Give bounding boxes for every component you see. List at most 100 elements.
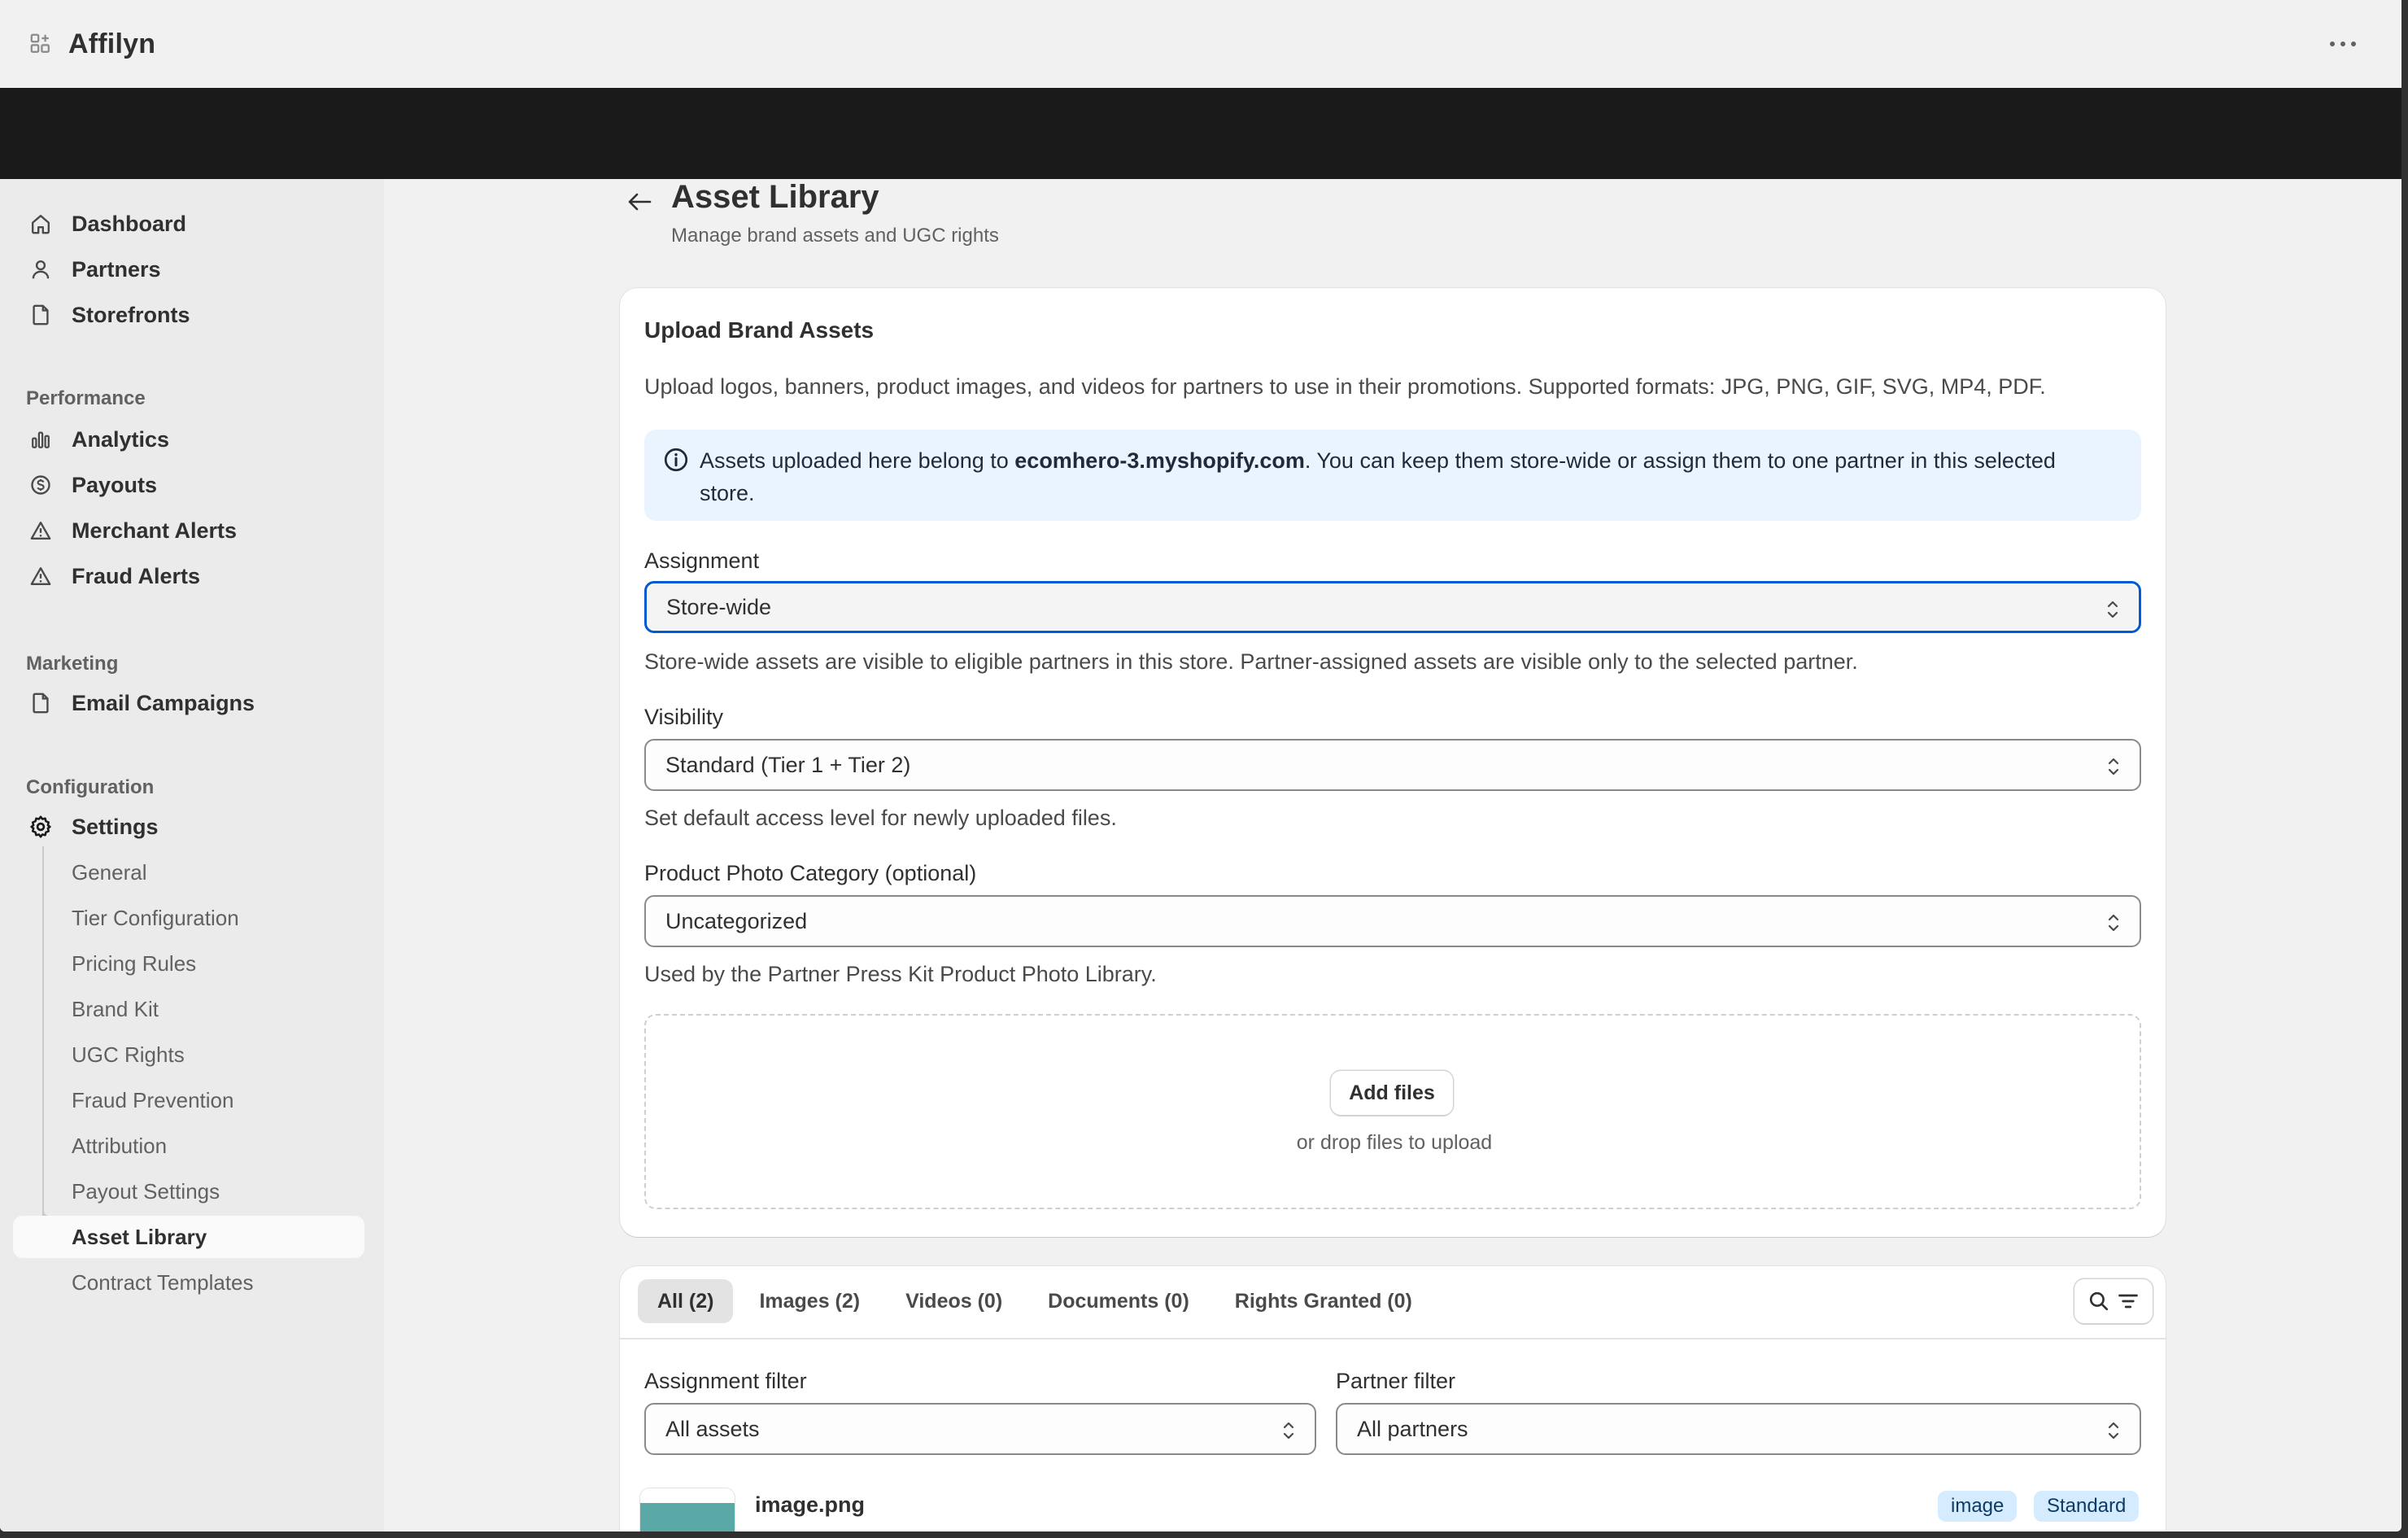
tabs-divider — [620, 1338, 2166, 1339]
asset-list-item[interactable]: image.png image Standard — [620, 1483, 2166, 1531]
home-icon — [28, 211, 54, 237]
card-title: Upload Brand Assets — [644, 317, 875, 343]
more-actions-button[interactable] — [2323, 28, 2362, 60]
asset-library-card: All (2) Images (2) Videos (0) Documents … — [620, 1266, 2166, 1531]
sidebar-item-dashboard[interactable]: Dashboard — [13, 202, 364, 246]
tab-all[interactable]: All (2) — [638, 1279, 734, 1323]
category-help: Used by the Partner Press Kit Product Ph… — [644, 962, 1157, 986]
sidebar-subitem-attribution[interactable]: Attribution — [13, 1125, 364, 1167]
alert-triangle-icon — [28, 563, 54, 589]
select-chevron-icon — [2107, 601, 2118, 618]
assignment-filter-value: All assets — [665, 1416, 760, 1441]
sidebar-section-marketing: Marketing — [26, 653, 119, 675]
sidebar-subitem-ugc-rights[interactable]: UGC Rights — [13, 1033, 364, 1076]
sidebar-item-fraud-alerts[interactable]: Fraud Alerts — [13, 554, 364, 598]
assignment-select[interactable]: Store-wide — [644, 581, 2141, 633]
search-filter-button[interactable] — [2074, 1279, 2153, 1323]
tab-videos[interactable]: Videos (0) — [886, 1279, 1022, 1323]
main-content: Asset Library Manage brand assets and UG… — [384, 179, 2401, 1531]
sidebar-item-label: Partners — [72, 256, 161, 282]
add-files-button[interactable]: Add files — [1331, 1071, 1453, 1115]
category-label: Product Photo Category (optional) — [644, 861, 977, 885]
app-header: Affilyn — [0, 0, 2401, 88]
sidebar-item-email-campaigns[interactable]: Email Campaigns — [13, 681, 364, 725]
visibility-select[interactable]: Standard (Tier 1 + Tier 2) — [644, 739, 2141, 791]
info-store-domain: ecomhero-3.myshopify.com — [1014, 448, 1305, 473]
upload-brand-assets-card: Upload Brand Assets Upload logos, banner… — [620, 288, 2166, 1237]
app-grid-icon — [30, 33, 50, 53]
bar-chart-icon — [28, 426, 54, 452]
sidebar-subitem-tier-configuration[interactable]: Tier Configuration — [13, 897, 364, 939]
sidebar-item-merchant-alerts[interactable]: Merchant Alerts — [13, 509, 364, 553]
card-description: Upload logos, banners, product images, a… — [644, 374, 2046, 399]
page-title: Asset Library — [671, 179, 879, 215]
partner-filter-value: All partners — [1357, 1416, 1468, 1441]
info-icon — [664, 448, 688, 472]
select-chevron-icon — [2108, 914, 2119, 932]
sidebar-subitem-payout-settings[interactable]: Payout Settings — [13, 1170, 364, 1212]
page-subtitle: Manage brand assets and UGC rights — [671, 225, 999, 247]
asset-name: image.png — [755, 1492, 866, 1517]
gear-icon — [28, 814, 54, 840]
person-icon — [28, 256, 54, 282]
assignment-filter-select[interactable]: All assets — [644, 1403, 1316, 1455]
sidebar-item-settings[interactable]: Settings — [13, 805, 364, 849]
select-chevron-icon — [2108, 758, 2119, 776]
tab-images[interactable]: Images (2) — [739, 1279, 879, 1323]
assignment-filter-label: Assignment filter — [644, 1369, 807, 1393]
sidebar-subitem-brand-kit[interactable]: Brand Kit — [13, 988, 364, 1030]
asset-thumbnail — [639, 1488, 735, 1531]
alert-triangle-icon — [28, 518, 54, 544]
select-chevron-icon — [1283, 1422, 1294, 1440]
dollar-circle-icon — [28, 472, 54, 498]
filter-lines-icon — [2118, 1294, 2138, 1309]
arrow-left-icon — [628, 193, 652, 211]
category-select[interactable]: Uncategorized — [644, 895, 2141, 947]
back-button[interactable] — [622, 184, 657, 220]
asset-thumbnail-image — [640, 1503, 735, 1531]
app-window: Affilyn Dashboard Partners Storefronts P… — [0, 0, 2401, 1531]
sidebar-item-label: Email Campaigns — [72, 690, 255, 715]
info-text: Assets uploaded here belong to ecomhero-… — [700, 444, 2115, 509]
top-banner-bar — [0, 88, 2401, 179]
info-text-prefix: Assets uploaded here belong to — [700, 448, 1015, 473]
tab-rights-granted[interactable]: Rights Granted (0) — [1215, 1279, 1432, 1323]
sidebar-subitem-pricing-rules[interactable]: Pricing Rules — [13, 942, 364, 985]
app-title: Affilyn — [68, 28, 156, 59]
sidebar: Dashboard Partners Storefronts Performan… — [0, 179, 384, 1531]
visibility-label: Visibility — [644, 705, 724, 729]
visibility-value: Standard (Tier 1 + Tier 2) — [665, 752, 911, 777]
partner-filter-label: Partner filter — [1336, 1369, 1456, 1393]
sidebar-section-performance: Performance — [26, 387, 146, 409]
page-icon — [28, 302, 54, 328]
sidebar-item-label: Merchant Alerts — [72, 518, 238, 543]
sidebar-item-label: Payouts — [72, 472, 158, 497]
sidebar-subitem-fraud-prevention[interactable]: Fraud Prevention — [13, 1079, 364, 1121]
sidebar-item-payouts[interactable]: Payouts — [13, 463, 364, 507]
file-dropzone[interactable]: Add files or drop files to upload — [644, 1014, 2141, 1209]
select-chevron-icon — [2108, 1422, 2119, 1440]
category-value: Uncategorized — [665, 908, 808, 933]
assignment-label: Assignment — [644, 548, 760, 573]
asset-tabs: All (2) Images (2) Videos (0) Documents … — [638, 1279, 1438, 1326]
sidebar-item-label: Dashboard — [72, 211, 187, 236]
assignment-help: Store-wide assets are visible to eligibl… — [644, 649, 1858, 674]
tab-documents[interactable]: Documents (0) — [1028, 1279, 1209, 1323]
more-horizontal-icon — [2330, 42, 2356, 46]
asset-type-badge: image — [1938, 1491, 2018, 1522]
sidebar-item-analytics[interactable]: Analytics — [13, 417, 364, 461]
sidebar-subitem-contract-templates[interactable]: Contract Templates — [13, 1261, 364, 1304]
sidebar-subitem-asset-library[interactable]: Asset Library — [13, 1216, 364, 1258]
partner-filter-select[interactable]: All partners — [1336, 1403, 2141, 1455]
sidebar-subitem-general[interactable]: General — [13, 851, 364, 894]
dropzone-hint: or drop files to upload — [1296, 1131, 1493, 1154]
sidebar-item-partners[interactable]: Partners — [13, 247, 364, 291]
page-icon — [28, 690, 54, 716]
sidebar-item-storefronts[interactable]: Storefronts — [13, 293, 364, 337]
sidebar-item-label: Storefronts — [72, 302, 190, 327]
info-banner: Assets uploaded here belong to ecomhero-… — [644, 430, 2141, 521]
sidebar-item-label: Analytics — [72, 426, 170, 452]
visibility-help: Set default access level for newly uploa… — [644, 806, 1117, 830]
search-icon — [2089, 1291, 2109, 1311]
sidebar-item-label: Fraud Alerts — [72, 563, 201, 588]
